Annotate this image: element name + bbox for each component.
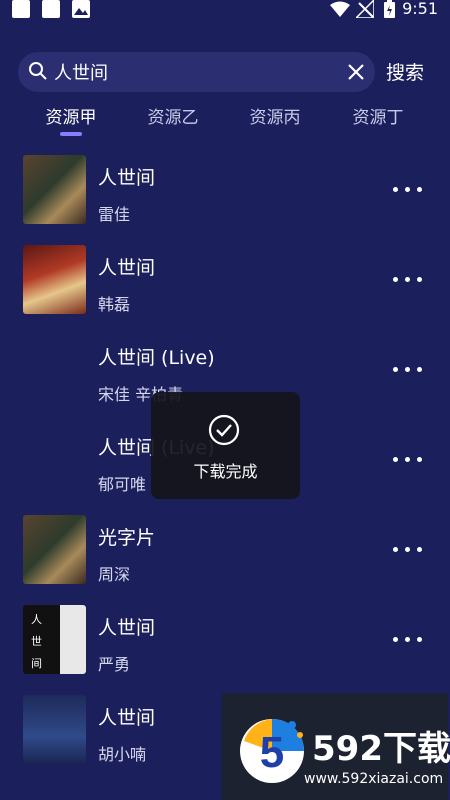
tab-source-a[interactable]: 资源甲 — [31, 103, 111, 128]
watermark-title: 592下载 — [312, 729, 450, 769]
search-icon — [29, 62, 47, 80]
search-input[interactable] — [54, 60, 344, 84]
song-title: 人世间 — [98, 167, 156, 189]
song-artist: 韩磊 — [98, 295, 131, 314]
song-artist: 严勇 — [98, 655, 131, 674]
album-cover — [23, 695, 86, 764]
clock: 9:51 — [402, 0, 438, 18]
more-options-icon[interactable] — [393, 457, 423, 463]
tab-source-b[interactable]: 资源乙 — [133, 103, 213, 128]
watermark-url: www.592xiazai.com — [304, 771, 444, 787]
more-options-icon[interactable] — [393, 367, 423, 373]
album-cover — [23, 155, 86, 224]
more-options-icon[interactable] — [393, 277, 423, 283]
site-watermark: 5 592下载 www.592xiazai.com — [222, 693, 450, 800]
album-cover: 人 世 间 — [23, 605, 86, 674]
song-title: 人世间 (Live) — [98, 347, 215, 369]
more-options-icon[interactable] — [393, 637, 423, 643]
more-options-icon[interactable] — [393, 187, 423, 193]
album-cover — [23, 515, 86, 584]
toast-message: 下载完成 — [193, 462, 258, 481]
song-artist: 胡小喃 — [98, 745, 147, 764]
clear-icon[interactable] — [345, 61, 367, 83]
check-circle-icon — [208, 414, 240, 446]
battery-icon — [384, 0, 395, 18]
tab-indicator — [60, 132, 82, 136]
no-signal-icon — [356, 0, 374, 18]
cover-text: 间 — [31, 657, 42, 670]
song-title: 人世间 — [98, 617, 156, 639]
status-bar: 9:51 — [0, 0, 450, 22]
notification-icon — [42, 0, 60, 18]
song-title: 光字片 — [98, 527, 156, 549]
tab-source-d[interactable]: 资源丁 — [338, 103, 418, 128]
tab-source-c[interactable]: 资源丙 — [235, 103, 315, 128]
album-cover — [23, 245, 86, 314]
download-complete-toast: 下载完成 — [151, 392, 300, 499]
search-box[interactable] — [18, 52, 375, 92]
song-artist: 郁可唯 — [98, 475, 147, 494]
song-title: 人世间 — [98, 257, 156, 279]
logo-digit: 5 — [260, 728, 284, 777]
song-row[interactable]: 光字片 周深 — [0, 505, 450, 595]
notification-icon — [12, 0, 30, 18]
cover-text: 世 — [31, 635, 42, 648]
search-bar: 搜索 — [0, 48, 450, 96]
watermark-logo-icon: 5 — [240, 719, 304, 783]
song-title: 人世间 — [98, 707, 156, 729]
wifi-icon — [330, 1, 350, 17]
more-options-icon[interactable] — [393, 547, 423, 553]
search-button[interactable]: 搜索 — [386, 58, 424, 85]
song-row[interactable]: 人世间 韩磊 — [0, 235, 450, 325]
song-row[interactable]: 人 世 间 人世间 严勇 — [0, 595, 450, 685]
cover-text: 人 — [31, 613, 42, 626]
song-artist: 雷佳 — [98, 205, 131, 224]
song-row[interactable]: 人世间 雷佳 — [0, 145, 450, 235]
source-tabs: 资源甲 资源乙 资源丙 资源丁 — [0, 103, 450, 143]
song-artist: 周深 — [98, 565, 131, 584]
image-notification-icon — [72, 0, 90, 18]
